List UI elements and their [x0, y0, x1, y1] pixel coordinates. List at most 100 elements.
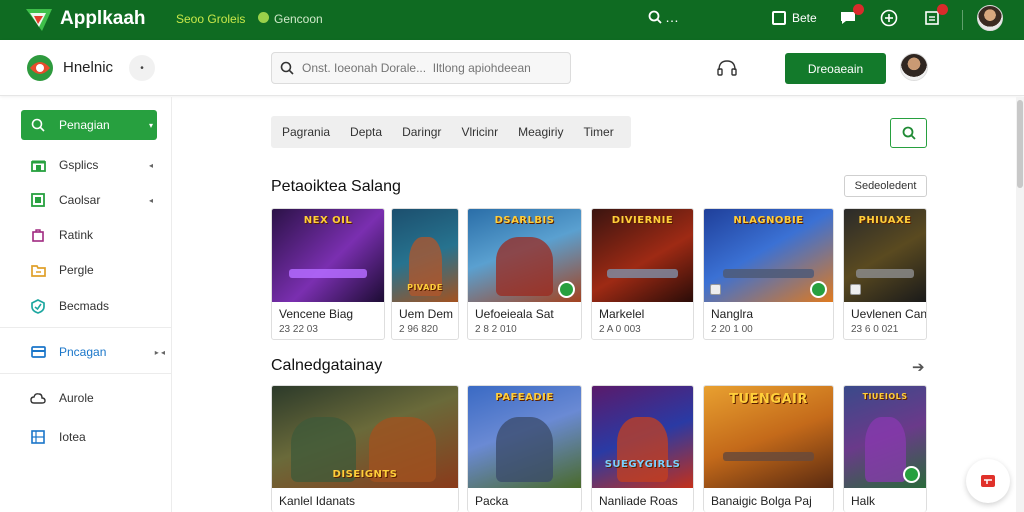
grid-icon	[30, 429, 46, 445]
game-meta: 2 8 2 010	[475, 324, 517, 335]
game-meta: 2 A 0 003	[599, 324, 641, 335]
section-title-featured: Petaoiktea Salang	[271, 178, 401, 195]
search-bar[interactable]	[271, 52, 571, 84]
search-icon	[280, 61, 294, 75]
top-link-primary[interactable]: Seoo Groleis	[176, 12, 245, 26]
top-search-button[interactable]: …	[648, 9, 679, 25]
game-name: Halk	[851, 494, 876, 508]
game-thumbnail: TIUEIOLS	[844, 386, 926, 488]
sidebar-item-label: Gsplics	[59, 158, 99, 172]
game-card[interactable]: DSARLBIS Uefoeieala Sat 2 8 2 010	[467, 208, 582, 340]
filter-tab[interactable]: Depta	[340, 125, 392, 139]
sidebar-item-label: Aurole	[59, 391, 94, 405]
primary-action-button[interactable]: Dreoaeain	[785, 53, 886, 84]
sidebar-item-iotea[interactable]: Iotea	[21, 422, 157, 452]
top-navigation-bar: Applkaah Seoo Groleis Gencoon … Bete	[0, 0, 1024, 40]
sidebar-item-gsplics[interactable]: Gsplics ◂	[21, 150, 157, 180]
app-title[interactable]: Applkaah	[60, 8, 146, 30]
play-icon[interactable]	[558, 281, 575, 298]
game-card[interactable]: DIVIERNIE Markelel 2 A 0 003	[591, 208, 694, 340]
app-logo-icon[interactable]	[24, 5, 54, 35]
status-dot-icon	[258, 12, 269, 23]
game-art-title: DSARLBIS	[494, 215, 555, 226]
see-all-button[interactable]: Sedeoledent	[844, 175, 927, 197]
search-input[interactable]	[302, 61, 562, 75]
chat-button[interactable]	[838, 4, 864, 28]
game-name: Banaigic Bolga Paj	[711, 494, 812, 508]
game-card[interactable]: TUENGAIR Banaigic Bolga Paj	[703, 385, 834, 512]
user-avatar[interactable]	[977, 5, 1003, 31]
game-art-title: PIVADE	[407, 283, 443, 292]
sidebar: Penagian ▾ Gsplics ◂ Caolsar ◂ Ratink Pe…	[0, 97, 172, 512]
search-icon	[902, 126, 916, 140]
bag-icon	[30, 227, 46, 243]
game-card[interactable]: PHIUAXE Uevlenen Cand 23 6 0 021	[843, 208, 927, 340]
notifications-button[interactable]	[922, 4, 948, 28]
sidebar-item-label: Iotea	[59, 430, 86, 444]
art-shape	[607, 269, 678, 278]
game-card[interactable]: DISEIGNTS Kanlel Idanats	[271, 385, 459, 512]
add-button[interactable]	[879, 8, 899, 28]
filter-tab[interactable]: Vlricinr	[451, 125, 508, 139]
game-thumbnail: DIVIERNIE	[592, 209, 693, 302]
calendar-icon[interactable]	[772, 11, 786, 25]
game-card[interactable]: TIUEIOLS Halk	[843, 385, 927, 512]
sidebar-item-pergle[interactable]: Pergle	[21, 255, 157, 285]
game-card[interactable]: NLAGNOBIE Nanglra 2 20 1 00	[703, 208, 834, 340]
chevron-left-icon: ◂	[148, 160, 153, 170]
calendar-label[interactable]: Bete	[792, 11, 817, 25]
plus-circle-icon	[880, 9, 898, 27]
play-icon[interactable]	[810, 281, 827, 298]
game-meta: 2 96 820	[399, 324, 438, 335]
game-card[interactable]: SUEGYGIRLS Nanliade Roas	[591, 385, 694, 512]
art-shape	[496, 416, 553, 482]
game-art-title: TUENGAIR	[729, 392, 808, 407]
game-meta: 23 6 0 021	[851, 324, 899, 335]
game-card[interactable]: PIVADE Uem Dem 2 96 820	[391, 208, 459, 340]
info-button[interactable]: •	[129, 55, 155, 81]
art-shape	[856, 269, 914, 278]
sidebar-item-pncagan[interactable]: Pncagan ▸ ◂	[21, 337, 165, 367]
filter-tabs: Pagrania Depta Daringr Vlricinr Meagiriy…	[271, 116, 631, 148]
brand-logo-icon[interactable]	[26, 54, 54, 82]
game-art-title: DIVIERNIE	[611, 215, 674, 226]
chevron-icon: ▸ ◂	[154, 347, 165, 357]
game-thumbnail: NLAGNOBIE	[704, 209, 833, 302]
game-art-title: TIUEIOLS	[862, 392, 908, 401]
art-shape	[288, 269, 368, 278]
filter-search-button[interactable]	[890, 118, 927, 148]
game-art-title: PHIUAXE	[858, 215, 912, 226]
top-link-secondary[interactable]: Gencoon	[274, 12, 323, 26]
page-title: Hnelnic	[63, 59, 114, 76]
art-shape	[864, 416, 906, 482]
game-card[interactable]: PAFEADIE Packa	[467, 385, 582, 512]
cloud-icon	[30, 390, 46, 406]
sidebar-item-ratink[interactable]: Ratink	[21, 220, 157, 250]
sidebar-item-penagian[interactable]: Penagian ▾	[21, 110, 157, 140]
game-name: Vencene Biag	[279, 307, 354, 321]
game-name: Kanlel Idanats	[279, 494, 356, 508]
game-thumbnail: DSARLBIS	[468, 209, 581, 302]
play-icon[interactable]	[903, 466, 920, 483]
game-card[interactable]: NEX OIL Vencene Biag 23 22 03	[271, 208, 385, 340]
sidebar-item-label: Caolsar	[59, 193, 101, 207]
game-thumbnail: TUENGAIR	[704, 386, 833, 488]
filter-tab[interactable]: Pagrania	[271, 125, 340, 139]
scrollbar-thumb[interactable]	[1017, 100, 1023, 188]
game-meta: 23 22 03	[279, 324, 318, 335]
dot-icon: •	[140, 62, 144, 74]
arrow-right-icon[interactable]: ➔	[912, 358, 925, 376]
filter-tab[interactable]: Meagiriy	[508, 125, 573, 139]
game-art-title: NLAGNOBIE	[733, 215, 804, 226]
sidebar-item-caolsar[interactable]: Caolsar ◂	[21, 185, 157, 215]
support-icon[interactable]	[716, 59, 738, 80]
game-name: Uevlenen Cand	[851, 307, 927, 321]
filter-tab[interactable]: Timer	[573, 125, 623, 139]
filter-tab[interactable]: Daringr	[392, 125, 451, 139]
profile-avatar[interactable]	[900, 53, 928, 81]
sidebar-item-aurole[interactable]: Aurole	[21, 383, 157, 413]
sidebar-item-becmads[interactable]: Becmads	[21, 291, 157, 321]
box-icon	[30, 192, 46, 208]
floating-action-button[interactable]	[966, 459, 1010, 503]
sidebar-item-label: Pergle	[59, 263, 94, 277]
